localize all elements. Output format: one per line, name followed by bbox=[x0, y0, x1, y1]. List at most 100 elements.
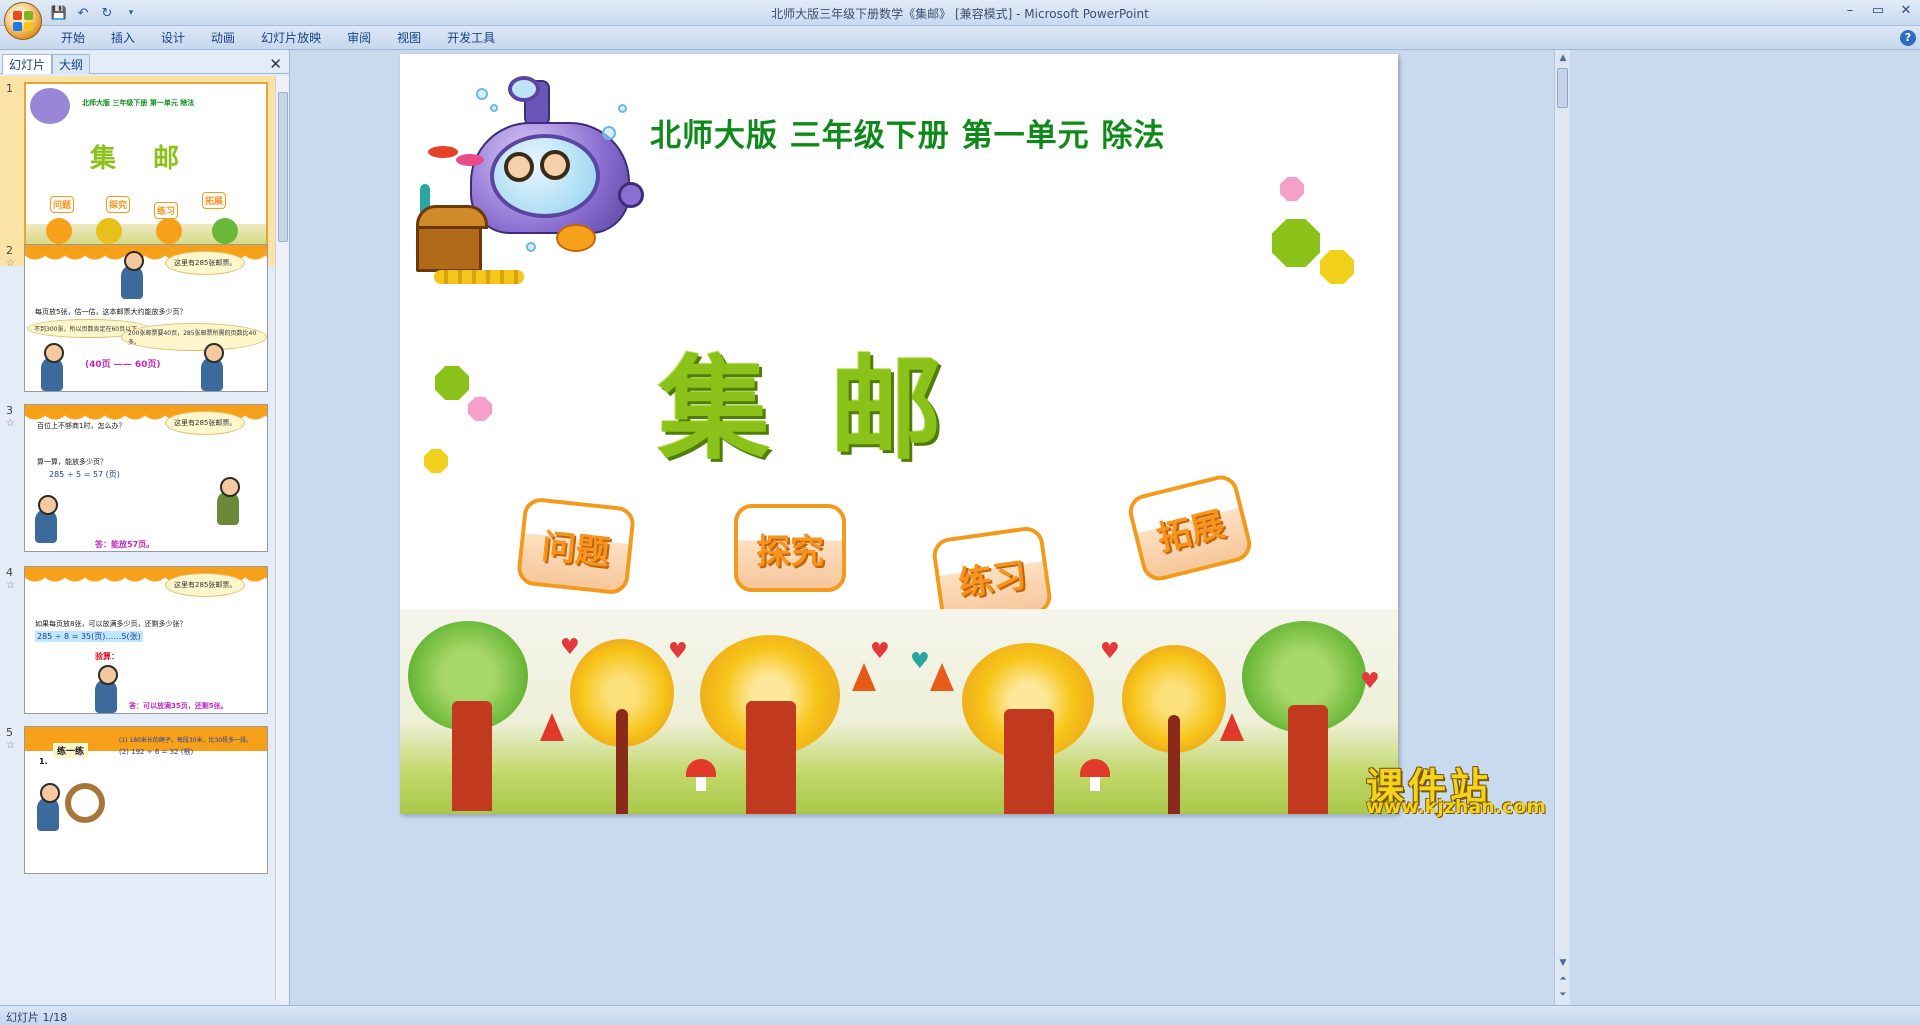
pine-tree-icon bbox=[852, 663, 876, 691]
thumbnail-main-title: 集 邮 bbox=[90, 144, 194, 174]
close-icon[interactable]: ✕ bbox=[1892, 0, 1920, 20]
window-title: 北师大版三年级下册数学《集邮》 [兼容模式] - Microsoft Power… bbox=[771, 7, 1149, 21]
thumbnail-bubble: 这里有285张邮票。 bbox=[165, 251, 246, 275]
submarine-icon bbox=[30, 88, 70, 124]
thumbnail-answer: (40页 —— 60页) bbox=[85, 360, 161, 370]
scrollbar-thumb[interactable] bbox=[278, 92, 288, 242]
tab-animation[interactable]: 动画 bbox=[198, 26, 248, 50]
tab-slideshow[interactable]: 幻灯片放映 bbox=[248, 26, 334, 50]
heart-icon: ♥ bbox=[560, 635, 580, 660]
thumbnail-slide-5[interactable]: 5 ☆ 练一练 (1) 180米长的绳子，每段30米，比30段多一段。 (2) … bbox=[0, 720, 276, 910]
scrollbar-thumb[interactable] bbox=[1557, 68, 1568, 108]
girl-icon bbox=[201, 343, 224, 391]
decor-yellow-dot bbox=[424, 449, 448, 473]
scroll-up-icon[interactable]: ▲ bbox=[1555, 50, 1571, 66]
goldfish-icon bbox=[556, 224, 596, 252]
decor-pink-dot bbox=[468, 397, 492, 421]
animation-star-icon: ☆ bbox=[6, 740, 15, 751]
thumbnail-bubble: 这里有285张邮票。 bbox=[165, 573, 246, 597]
tab-developer[interactable]: 开发工具 bbox=[434, 26, 508, 50]
mushroom-icon bbox=[1080, 759, 1110, 791]
slide-title: 北师大版 三年级下册 第一单元 除法 bbox=[650, 118, 1166, 154]
tab-slides[interactable]: 幻灯片 bbox=[2, 54, 53, 74]
thumbnail-text: 算一算，能放多少页？ bbox=[37, 458, 107, 466]
status-bar: 幻灯片 1/18 bbox=[0, 1005, 1920, 1025]
thumbnail-text: (2) 192 ÷ 6 = 32 (根) bbox=[119, 748, 194, 756]
slide-scrollbar[interactable]: ▲ ▼ ⏶ ⏷ bbox=[1554, 50, 1570, 1005]
minimize-icon[interactable]: – bbox=[1836, 0, 1864, 20]
thumbnail-text: 1. bbox=[39, 757, 48, 766]
office-logo-icon bbox=[13, 11, 33, 31]
animation-star-icon: ☆ bbox=[6, 580, 15, 591]
tab-outline[interactable]: 大纲 bbox=[52, 54, 91, 74]
thumbnail-answer: 答：能放57页。 bbox=[95, 540, 155, 549]
bubble-icon bbox=[618, 104, 627, 113]
heart-icon: ♥ bbox=[1100, 639, 1120, 664]
decor-green-dot bbox=[1272, 219, 1320, 267]
boy-icon bbox=[95, 665, 118, 713]
tab-insert[interactable]: 插入 bbox=[98, 26, 148, 50]
thumbnail-text: 验算： bbox=[95, 652, 119, 661]
fish-icon bbox=[428, 146, 458, 158]
help-icon[interactable]: ? bbox=[1900, 30, 1916, 46]
main-title: 集邮 bbox=[658, 344, 1002, 475]
button-question[interactable]: 问题 bbox=[515, 496, 637, 596]
heart-icon: ♥ bbox=[870, 639, 890, 664]
girl-icon bbox=[121, 251, 144, 299]
treasure-chest-icon bbox=[416, 205, 488, 272]
close-icon[interactable]: ✕ bbox=[269, 55, 282, 73]
animation-star-icon: ☆ bbox=[6, 258, 15, 269]
thumbnail-bubble: 这里有285张邮票。 bbox=[165, 411, 246, 435]
maximize-icon[interactable]: ▭ bbox=[1864, 0, 1892, 20]
scroll-down-icon[interactable]: ▼ bbox=[1555, 955, 1571, 971]
ribbon: 开始 插入 设计 动画 幻灯片放映 审阅 视图 开发工具 ? bbox=[0, 26, 1920, 50]
tab-design[interactable]: 设计 bbox=[148, 26, 198, 50]
title-bar: 💾 ↶ ↻ ▾ 北师大版三年级下册数学《集邮》 [兼容模式] - Microso… bbox=[0, 0, 1920, 26]
bubble-icon bbox=[526, 242, 536, 252]
thumbnail-scrollbar[interactable] bbox=[275, 76, 289, 1001]
thumbnail-equation: 285 ÷ 5 = 57 (页) bbox=[49, 470, 120, 479]
slide-canvas[interactable]: 北师大版 三年级下册 第一单元 除法 集邮 问题 探究 练习 拓展 ♥ ♥ ♥ … bbox=[400, 54, 1398, 814]
heart-icon: ♥ bbox=[668, 639, 688, 664]
button-extend[interactable]: 拓展 bbox=[1125, 471, 1255, 585]
bubble-icon bbox=[476, 88, 488, 100]
thumbnail-list: 1 北师大版 三年级下册 第一单元 除法 集 邮 问题 探究 练习 拓展 2 ☆ bbox=[0, 76, 276, 1001]
thumbnail-image: 练一练 (1) 180米长的绳子，每段30米，比30段多一段。 (2) 192 … bbox=[24, 726, 268, 874]
thumbnail-text: 每页放5张，估一估，这本邮票大约能放多少页？ bbox=[35, 308, 187, 316]
tab-home[interactable]: 开始 bbox=[48, 26, 98, 50]
thumbnail-text: 百位上不够商1时，怎么办？ bbox=[37, 422, 126, 430]
thumbnail-image: 这里有285张邮票。 每页放5张，估一估，这本邮票大约能放多少页？ 不到300张… bbox=[24, 244, 268, 392]
watermark-url: www.kjzhan.com bbox=[1366, 796, 1547, 818]
thumbnail-text: 如果每页放8张，可以放满多少页，还剩多少张？ bbox=[35, 620, 187, 628]
heart-icon: ♥ bbox=[1360, 669, 1380, 694]
office-button[interactable] bbox=[4, 2, 42, 40]
bubble-icon bbox=[490, 104, 498, 112]
grandpa-icon bbox=[217, 477, 240, 525]
pine-tree-icon bbox=[540, 713, 564, 741]
thumbnail-button: 拓展 bbox=[202, 192, 227, 209]
thumbnail-equation: 285 ÷ 8 = 35(页)……5(张) bbox=[35, 631, 143, 642]
child-icon bbox=[540, 150, 570, 180]
coins-icon bbox=[434, 270, 524, 284]
periscope-lens-icon bbox=[508, 76, 540, 102]
previous-slide-icon[interactable]: ⏶ bbox=[1555, 971, 1571, 987]
watermark-logo: 课件站 www.kjzhan.com bbox=[1366, 756, 1556, 818]
submarine-illustration bbox=[406, 74, 644, 284]
decor-green-dot bbox=[435, 366, 469, 400]
panel-tabs: 幻灯片 大纲 ✕ bbox=[0, 52, 290, 74]
thumbnail-button: 问题 bbox=[50, 196, 75, 213]
forest-border: ♥ ♥ ♥ ♥ ♥ ♥ bbox=[400, 609, 1398, 814]
boy-icon bbox=[35, 495, 58, 543]
propeller-icon bbox=[618, 182, 644, 208]
boy-icon bbox=[41, 343, 64, 391]
thumbnail-button: 练习 bbox=[154, 202, 179, 219]
mushroom-icon bbox=[686, 759, 716, 791]
next-slide-icon[interactable]: ⏷ bbox=[1555, 987, 1571, 1003]
thumbnail-answer: 答：可以放满35页，还剩5张。 bbox=[129, 702, 228, 710]
rope-icon bbox=[65, 783, 105, 823]
button-explore[interactable]: 探究 bbox=[734, 504, 846, 592]
thumbnail-number: 4 bbox=[6, 566, 13, 579]
thumbnail-title: 北师大版 三年级下册 第一单元 除法 bbox=[82, 99, 195, 107]
tab-view[interactable]: 视图 bbox=[384, 26, 434, 50]
tab-review[interactable]: 审阅 bbox=[334, 26, 384, 50]
